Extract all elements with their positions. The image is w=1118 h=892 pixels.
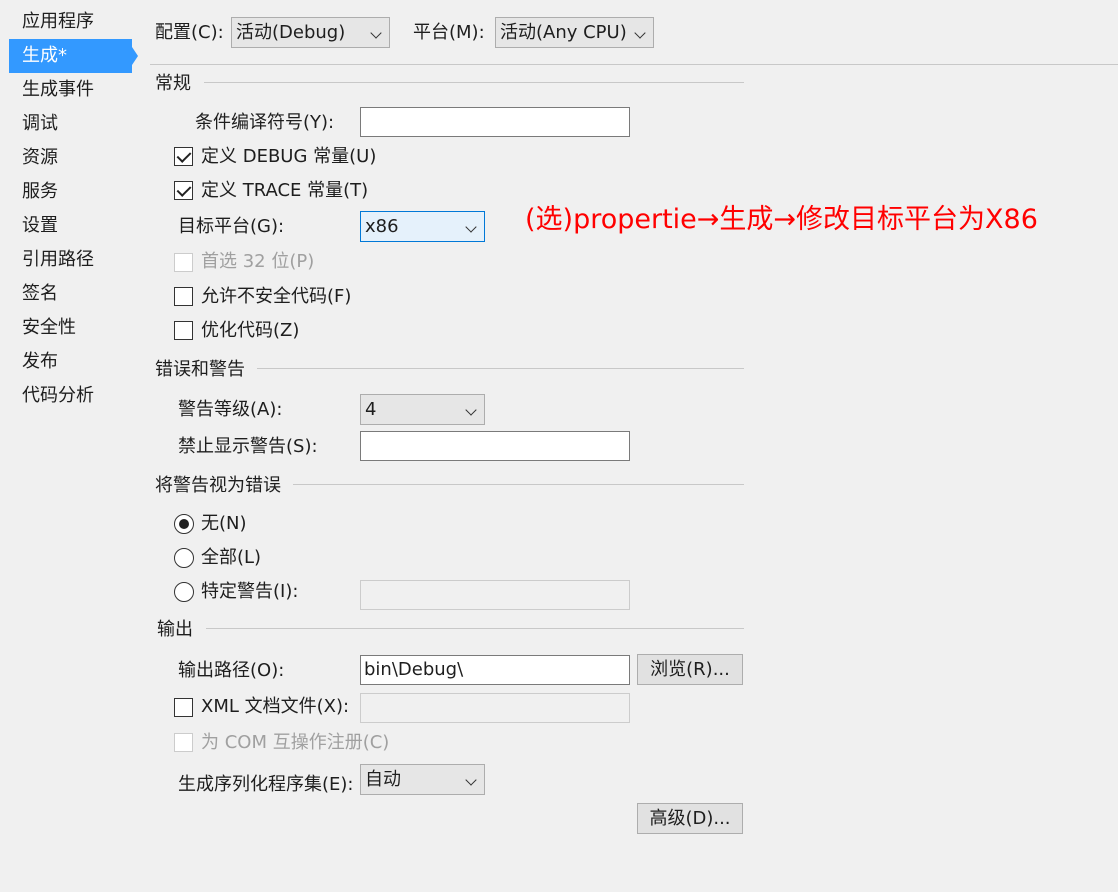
treat-specific-label[interactable]: 特定警告(I):	[201, 580, 298, 604]
conditional-symbols-label: 条件编译符号(Y):	[195, 112, 335, 133]
treat-all-radio[interactable]	[174, 548, 194, 568]
output-path-input[interactable]: bin\Debug\	[360, 655, 630, 685]
browse-button[interactable]: 浏览(R)...	[637, 654, 743, 685]
output-path-label: 输出路径(O):	[178, 660, 285, 681]
warning-level-dropdown[interactable]: 4	[360, 394, 485, 425]
define-debug-checkbox[interactable]	[174, 147, 193, 166]
serialization-value: 自动	[365, 769, 401, 790]
platform-dropdown[interactable]: 活动(Any CPU)	[495, 17, 654, 48]
sidebar-item-signing[interactable]: 签名	[9, 277, 132, 311]
serialization-dropdown[interactable]: 自动	[360, 764, 485, 795]
platform-label: 平台(M):	[413, 22, 485, 43]
sidebar-item-application[interactable]: 应用程序	[9, 5, 132, 39]
target-platform-value: x86	[365, 216, 399, 237]
treat-all-label[interactable]: 全部(L)	[201, 546, 261, 570]
suppress-warnings-label: 禁止显示警告(S):	[178, 436, 318, 457]
warning-level-label: 警告等级(A):	[178, 399, 283, 420]
section-treat-warnings-title: 将警告视为错误	[155, 475, 281, 496]
prefer32-label: 首选 32 位(P)	[201, 251, 315, 272]
suppress-warnings-input[interactable]	[360, 431, 630, 461]
sidebar-item-resources[interactable]: 资源	[9, 141, 132, 175]
sidebar-item-publish[interactable]: 发布	[9, 345, 132, 379]
section-divider	[257, 368, 744, 369]
define-debug-label[interactable]: 定义 DEBUG 常量(U)	[201, 145, 376, 169]
sidebar-item-security[interactable]: 安全性	[9, 311, 132, 345]
chevron-down-icon	[634, 27, 646, 39]
define-trace-label[interactable]: 定义 TRACE 常量(T)	[201, 179, 368, 203]
optimize-code-label[interactable]: 优化代码(Z)	[201, 319, 299, 343]
chevron-down-icon	[465, 221, 477, 233]
sidebar-item-settings[interactable]: 设置	[9, 209, 132, 243]
config-dropdown[interactable]: 活动(Debug)	[231, 17, 390, 48]
section-errors-title: 错误和警告	[155, 359, 245, 380]
target-platform-dropdown[interactable]: x86	[360, 211, 485, 242]
sidebar-item-code-analysis[interactable]: 代码分析	[9, 379, 132, 413]
optimize-code-checkbox[interactable]	[174, 321, 193, 340]
section-divider	[204, 82, 744, 83]
xml-doc-input[interactable]	[360, 693, 630, 723]
serialization-label: 生成序列化程序集(E):	[178, 774, 354, 795]
chevron-down-icon	[465, 774, 477, 786]
section-general-title: 常规	[155, 73, 191, 94]
annotation-text: (选)propertie→生成→修改目标平台为X86	[525, 204, 1038, 235]
advanced-button[interactable]: 高级(D)...	[637, 803, 743, 834]
chevron-down-icon	[465, 404, 477, 416]
chevron-down-icon	[370, 27, 382, 39]
prefer32-checkbox[interactable]	[174, 253, 193, 272]
com-register-label: 为 COM 互操作注册(C)	[201, 732, 390, 753]
xml-doc-checkbox[interactable]	[174, 698, 193, 717]
specific-warnings-input[interactable]	[360, 580, 630, 610]
treat-specific-radio[interactable]	[174, 582, 194, 602]
define-trace-checkbox[interactable]	[174, 181, 193, 200]
config-label: 配置(C):	[155, 22, 224, 43]
section-divider	[206, 628, 744, 629]
xml-doc-label[interactable]: XML 文档文件(X):	[201, 695, 349, 719]
allow-unsafe-label[interactable]: 允许不安全代码(F)	[201, 285, 351, 309]
section-divider	[293, 484, 744, 485]
sidebar-item-debug[interactable]: 调试	[9, 107, 132, 141]
target-platform-label: 目标平台(G):	[178, 216, 285, 237]
allow-unsafe-checkbox[interactable]	[174, 287, 193, 306]
warning-level-value: 4	[365, 399, 377, 420]
platform-value: 活动(Any CPU)	[500, 22, 627, 43]
section-output-title: 输出	[157, 619, 193, 640]
treat-none-radio[interactable]	[174, 514, 194, 534]
config-value: 活动(Debug)	[236, 22, 346, 43]
sidebar-item-reference-paths[interactable]: 引用路径	[9, 243, 132, 277]
toolbar-divider	[150, 64, 1118, 65]
conditional-symbols-input[interactable]	[360, 107, 630, 137]
sidebar-item-build[interactable]: 生成*	[9, 39, 132, 73]
sidebar-item-services[interactable]: 服务	[9, 175, 132, 209]
sidebar-item-build-events[interactable]: 生成事件	[9, 73, 132, 107]
active-item-arrow-icon	[132, 47, 138, 65]
treat-none-label[interactable]: 无(N)	[201, 512, 247, 536]
com-register-checkbox[interactable]	[174, 733, 193, 752]
